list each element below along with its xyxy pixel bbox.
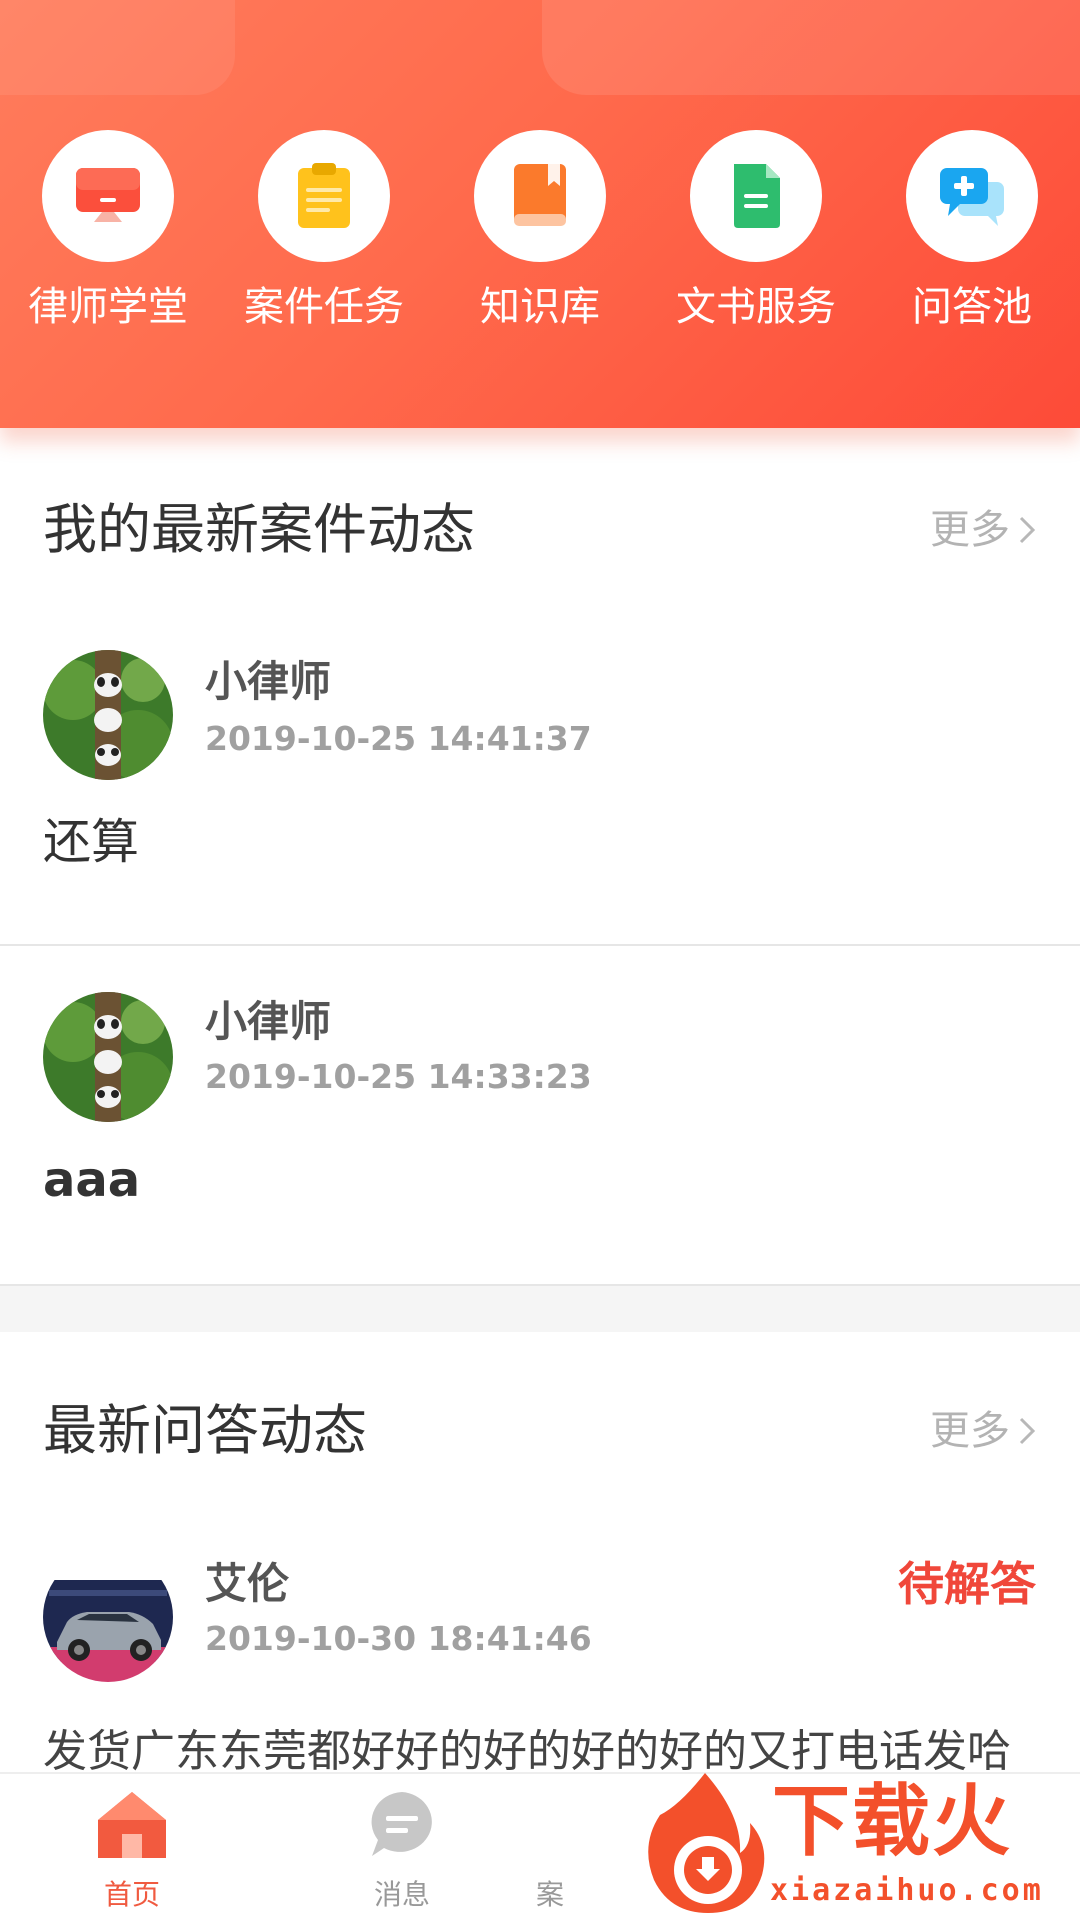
menu-icon-circle xyxy=(42,130,174,262)
monitor-icon xyxy=(76,168,140,222)
avatar xyxy=(43,992,173,1122)
menu-label: 案件任务 xyxy=(244,284,404,330)
menu-label: 知识库 xyxy=(480,284,600,330)
case-more-link[interactable]: 更多 xyxy=(930,505,1036,555)
panda-avatar xyxy=(43,992,173,1122)
asker-name: 艾伦 xyxy=(205,1559,290,1608)
header-tab-right xyxy=(542,0,1080,95)
nav-item-messages[interactable]: 消息 xyxy=(294,1774,510,1922)
menu-label: 文书服务 xyxy=(676,284,836,330)
menu-item-document-service[interactable]: 文书服务 xyxy=(648,130,864,340)
menu-icon-circle xyxy=(690,130,822,262)
menu-icon-circle xyxy=(474,130,606,262)
menu-label: 律师学堂 xyxy=(28,284,188,330)
watermark-logo: 下载火 xiazaihuo.com xyxy=(640,1765,1080,1920)
avatar xyxy=(43,1552,173,1682)
case-list-item[interactable]: 小律师 2019-10-25 14:33:23 aaa xyxy=(0,992,1080,1282)
flame-logo-icon xyxy=(648,1773,765,1913)
post-time: 2019-10-25 14:33:23 xyxy=(205,1057,592,1096)
message-icon xyxy=(371,1792,432,1856)
document-icon xyxy=(734,164,780,228)
nav-label: 案 xyxy=(535,1878,564,1911)
more-label: 更多 xyxy=(930,1408,1010,1454)
watermark-url: xiazaihuo.com xyxy=(770,1873,1044,1908)
qa-more-link[interactable]: 更多 xyxy=(930,1406,1036,1456)
post-content: 还算 xyxy=(43,814,140,870)
qa-list-item[interactable]: 艾伦 2019-10-30 18:41:46 待解答 发货广东东莞都好好的好的好… xyxy=(0,1552,1080,1777)
status-badge: 待解答 xyxy=(898,1557,1036,1611)
menu-item-lawyer-school[interactable]: 律师学堂 xyxy=(0,130,216,340)
menu-icon-circle xyxy=(906,130,1038,262)
header-banner: 律师学堂 案件任务 知识库 文书服务 问答池 xyxy=(0,0,1080,428)
qa-section-title: 最新问答动态 xyxy=(43,1399,367,1462)
menu-item-qa-pool[interactable]: 问答池 xyxy=(864,130,1080,340)
clipboard-icon xyxy=(298,163,350,228)
watermark-text: 下载火 xyxy=(772,1777,1013,1867)
post-content: aaa xyxy=(43,1152,141,1208)
chat-plus-icon xyxy=(940,168,1004,226)
menu-label: 问答池 xyxy=(912,284,1032,330)
book-icon xyxy=(514,164,566,226)
author-name: 小律师 xyxy=(205,657,332,706)
case-list-item[interactable]: 小律师 2019-10-25 14:41:37 还算 xyxy=(0,650,1080,940)
avatar xyxy=(43,650,173,780)
menu-icon-circle xyxy=(258,130,390,262)
post-time: 2019-10-30 18:41:46 xyxy=(205,1619,592,1658)
car-avatar xyxy=(43,1552,173,1682)
author-name: 小律师 xyxy=(205,997,332,1046)
section-gap xyxy=(0,1286,1080,1332)
home-icon xyxy=(98,1792,166,1858)
nav-item-case[interactable]: 案 xyxy=(520,1774,580,1922)
menu-item-case-tasks[interactable]: 案件任务 xyxy=(216,130,432,340)
chevron-right-icon xyxy=(1019,1417,1036,1445)
quick-menu: 律师学堂 案件任务 知识库 文书服务 问答池 xyxy=(0,130,1080,340)
nav-item-home[interactable]: 首页 xyxy=(24,1774,240,1922)
panda-avatar xyxy=(43,650,173,780)
more-label: 更多 xyxy=(930,507,1010,553)
chevron-right-icon xyxy=(1019,516,1036,544)
nav-label: 消息 xyxy=(373,1878,430,1911)
post-time: 2019-10-25 14:41:37 xyxy=(205,719,592,758)
nav-label: 首页 xyxy=(103,1878,160,1911)
case-section-title: 我的最新案件动态 xyxy=(43,498,475,561)
menu-item-knowledge-base[interactable]: 知识库 xyxy=(432,130,648,340)
header-tab-left xyxy=(0,0,235,95)
divider xyxy=(0,944,1080,946)
